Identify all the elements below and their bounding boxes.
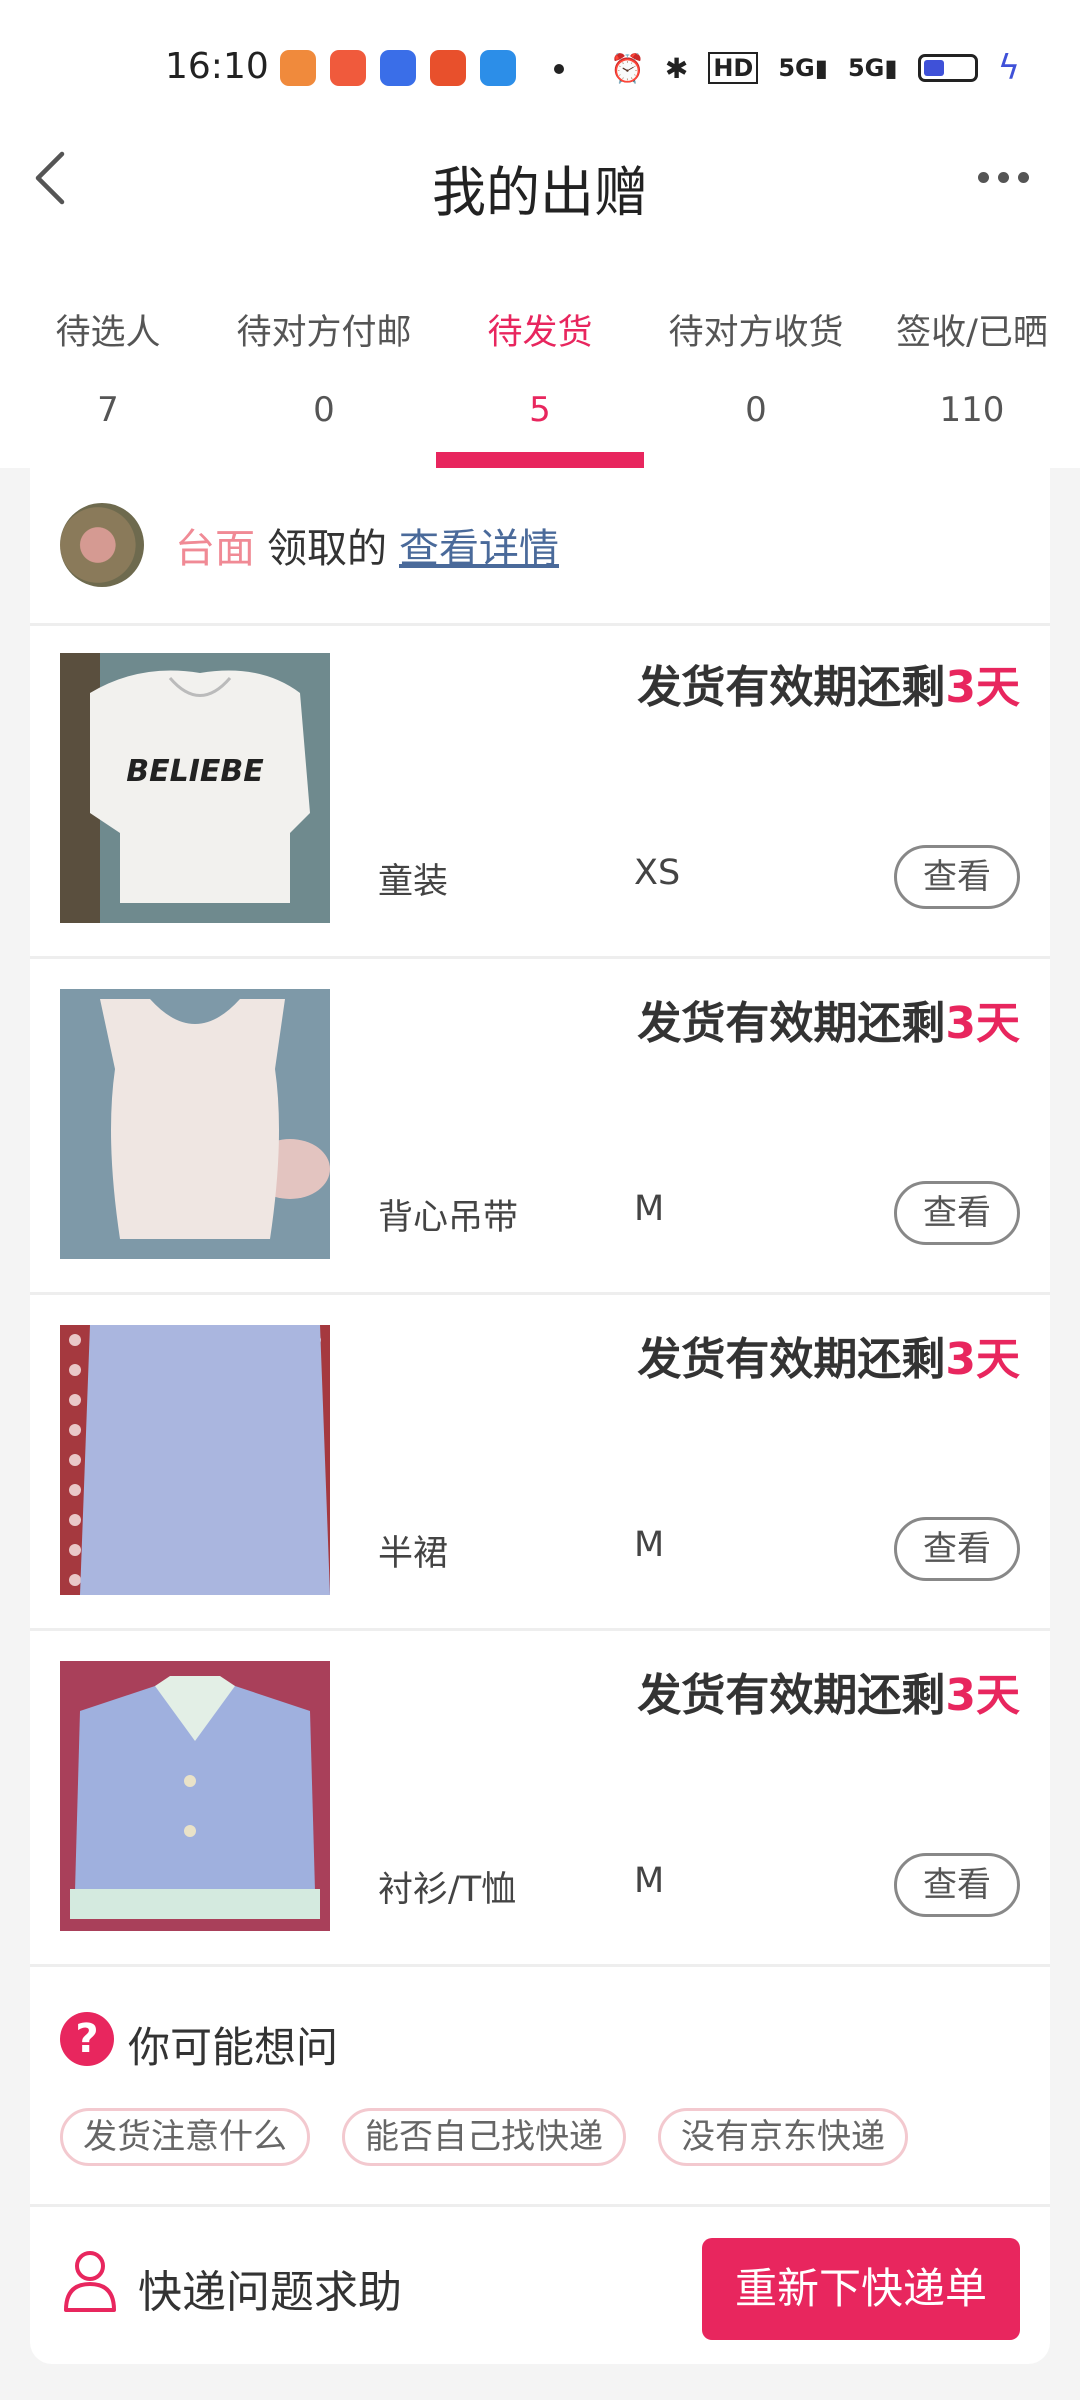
faq-title: 你可能想问: [128, 2023, 339, 2072]
item-category: 半裙: [378, 1534, 449, 1574]
faq-chip[interactable]: 没有京东快递: [658, 2108, 908, 2166]
item-photo[interactable]: [60, 1325, 330, 1595]
tab-count: 7: [97, 390, 119, 430]
delivery-help-link[interactable]: 快递问题求助: [138, 2256, 402, 2320]
deadline-days: 3天: [945, 662, 1020, 713]
ship-deadline: 发货有效期还剩3天: [637, 1334, 1020, 1385]
view-button[interactable]: 查看: [894, 1517, 1020, 1581]
list-item[interactable]: 发货有效期还剩3天 衬衫/T恤 M 查看: [30, 1631, 1050, 1967]
app-notification-icon: [480, 50, 516, 86]
view-details-link[interactable]: 查看详情: [399, 526, 559, 572]
item-photo[interactable]: [60, 1661, 330, 1931]
deadline-days: 3天: [945, 1334, 1020, 1385]
list-item[interactable]: BELIEBE 发货有效期还剩3天 童装 XS 查看: [30, 623, 1050, 959]
page-title: 我的出赠: [432, 161, 648, 224]
system-status-icons: ⏰ ✱ HD 5G▮ 5G▮ ϟ: [610, 48, 1020, 88]
app-notification-icon: [380, 50, 416, 86]
item-category: 童装: [378, 862, 449, 902]
avatar[interactable]: [60, 503, 144, 587]
tab-pending-shipment[interactable]: 待发货 5: [432, 260, 648, 468]
app-notification-icon: [330, 50, 366, 86]
status-tabs: 待选人 7 待对方付邮 0 待发货 5 待对方收货 0 签收/已晒 110: [0, 260, 1080, 468]
view-button[interactable]: 查看: [894, 1853, 1020, 1917]
item-category: 衬衫/T恤: [378, 1870, 517, 1910]
delivery-help-row: 快递问题求助 重新下快递单: [30, 2204, 1050, 2364]
more-options-icon[interactable]: [978, 172, 1029, 183]
faq-chip[interactable]: 发货注意什么: [60, 2108, 310, 2166]
bluetooth-icon: ✱: [664, 51, 689, 85]
receiver-row: 台面 领取的 查看详情: [30, 468, 1050, 626]
reorder-delivery-button[interactable]: 重新下快递单: [702, 2238, 1020, 2340]
tab-label: 待选人: [55, 313, 161, 353]
tab-pending-selection[interactable]: 待选人 7: [0, 260, 216, 468]
tab-label: 待对方收货: [668, 313, 844, 353]
tab-label: 待发货: [487, 313, 593, 353]
tab-pending-postage[interactable]: 待对方付邮 0: [216, 260, 432, 468]
shipment-card: 台面 领取的 查看详情 BELIEBE 发货有效期还剩3天 童装 XS 查看 发…: [30, 468, 1050, 2364]
receiver-info: 台面 领取的 查看详情: [175, 516, 559, 574]
faq-section: ? 你可能想问 发货注意什么 能否自己找快递 没有京东快递: [30, 1968, 1050, 2207]
alarm-icon: ⏰: [610, 51, 645, 85]
view-button[interactable]: 查看: [894, 845, 1020, 909]
ship-deadline: 发货有效期还剩3天: [637, 662, 1020, 713]
tab-count: 0: [313, 390, 335, 430]
ship-deadline: 发货有效期还剩3天: [637, 1670, 1020, 1721]
tab-received[interactable]: 签收/已晒 110: [864, 260, 1080, 468]
app-notification-icon: [280, 50, 316, 86]
status-time: 16:10: [165, 46, 269, 87]
charging-icon: ϟ: [997, 48, 1021, 88]
tab-label: 待对方付邮: [236, 313, 412, 353]
active-tab-indicator: [436, 452, 644, 468]
battery-icon: [917, 54, 978, 82]
item-size: XS: [634, 853, 681, 893]
tab-count: 0: [745, 390, 767, 430]
item-photo[interactable]: [60, 989, 330, 1259]
question-icon: ?: [60, 2012, 114, 2066]
shirt-print-text: BELIEBE: [126, 754, 264, 789]
item-category: 背心吊带: [378, 1198, 519, 1238]
receiver-claimed-text: 领取的: [267, 526, 387, 572]
list-item[interactable]: 发货有效期还剩3天 半裙 M 查看: [30, 1295, 1050, 1631]
app-notification-icon: [430, 50, 466, 86]
tab-count: 110: [939, 390, 1005, 430]
receiver-name[interactable]: 台面: [175, 526, 255, 572]
faq-chips: 发货注意什么 能否自己找快递 没有京东快递: [60, 2108, 908, 2166]
hd-icon: HD: [708, 52, 759, 84]
tab-label: 签收/已晒: [896, 313, 1048, 353]
status-bar: 16:10 ⏰ ✱ HD 5G▮ 5G▮ ϟ: [0, 0, 1080, 140]
view-button[interactable]: 查看: [894, 1181, 1020, 1245]
status-app-icons: [280, 50, 516, 86]
ship-deadline: 发货有效期还剩3天: [637, 998, 1020, 1049]
deadline-days: 3天: [945, 998, 1020, 1049]
item-size: M: [634, 1189, 665, 1229]
list-item[interactable]: 发货有效期还剩3天 背心吊带 M 查看: [30, 959, 1050, 1295]
tab-count: 5: [529, 390, 551, 430]
tab-pending-receipt[interactable]: 待对方收货 0: [648, 260, 864, 468]
item-photo[interactable]: BELIEBE: [60, 653, 330, 923]
person-icon[interactable]: [62, 2248, 118, 2312]
deadline-days: 3天: [945, 1670, 1020, 1721]
signal-icon: 5G▮: [778, 54, 828, 82]
item-size: M: [634, 1525, 665, 1565]
item-size: M: [634, 1861, 665, 1901]
faq-chip[interactable]: 能否自己找快递: [342, 2108, 626, 2166]
signal-icon: 5G▮: [847, 54, 898, 82]
more-notifications-icon: [554, 64, 564, 74]
